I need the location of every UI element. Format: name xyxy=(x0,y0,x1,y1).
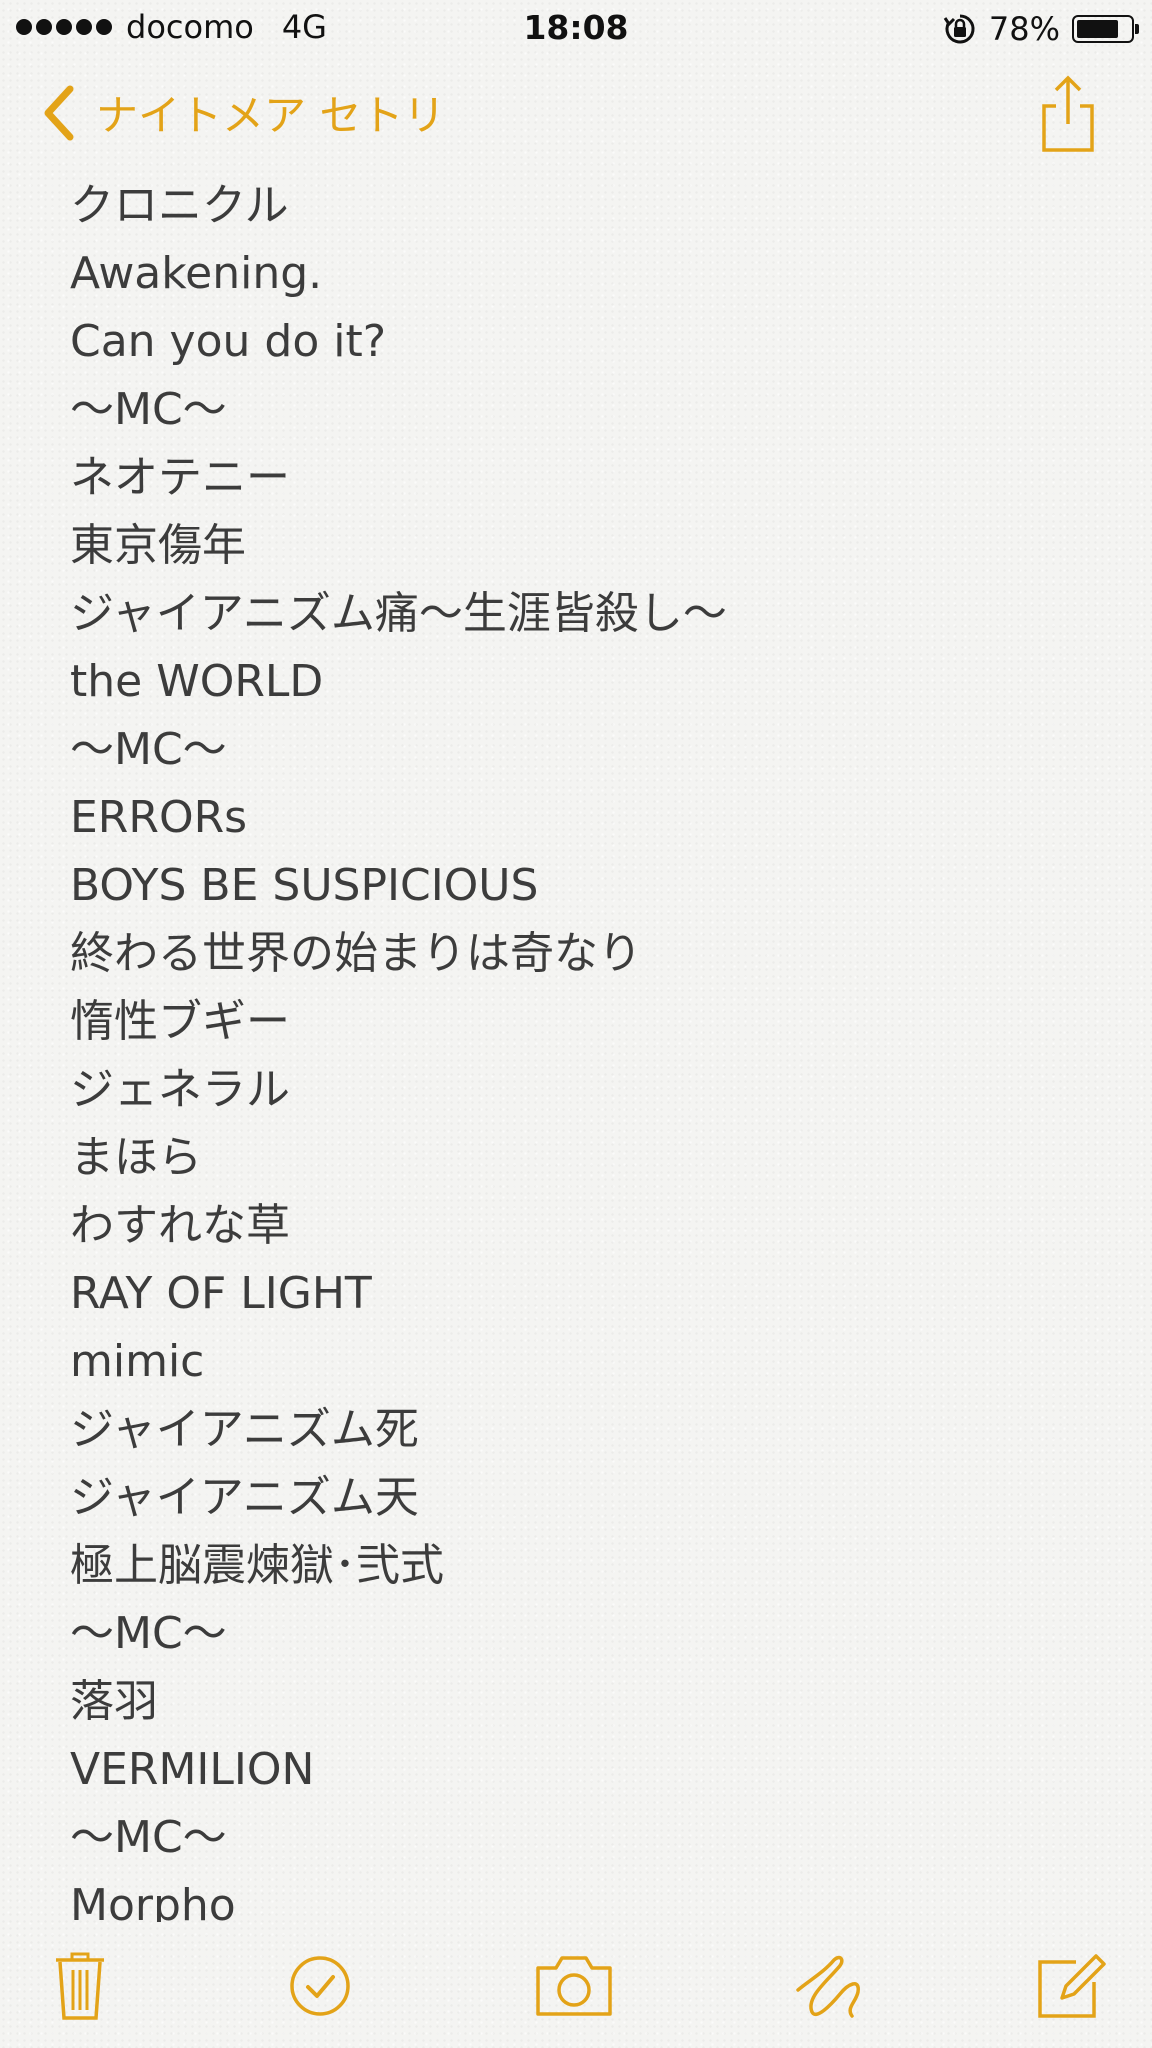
note-line: ～MC～ xyxy=(70,1812,227,1863)
battery-percent: 78% xyxy=(988,10,1060,48)
note-line: まほら xyxy=(70,1132,202,1183)
note-line: Can you do it? xyxy=(70,316,387,367)
status-bar: docomo 4G 18:08 78% xyxy=(0,0,1152,58)
back-button[interactable]: ナイトメア セトリ xyxy=(38,82,445,143)
checklist-icon xyxy=(290,1956,350,2016)
battery-icon xyxy=(1072,15,1139,43)
note-line: 惰性ブギー xyxy=(70,996,290,1047)
battery-fill xyxy=(1077,20,1118,38)
sketch-button[interactable] xyxy=(790,1950,870,2020)
note-line: ジャイアニズム天 xyxy=(70,1472,419,1523)
note-line: ～MC～ xyxy=(70,724,227,775)
note-line: 終わる世界の始まりは奇なり xyxy=(70,928,642,979)
note-line: mimic xyxy=(70,1336,205,1387)
share-button[interactable] xyxy=(1036,74,1100,154)
note-line: ジャイアニズム死 xyxy=(70,1404,419,1455)
share-icon xyxy=(1042,75,1094,152)
compose-icon xyxy=(1038,1954,1106,2018)
nav-bar: ナイトメア セトリ xyxy=(0,60,1152,170)
note-line: 落羽 xyxy=(70,1676,158,1727)
note-line: the WORLD xyxy=(70,656,324,707)
compose-button[interactable] xyxy=(1032,1950,1112,2020)
trash-icon xyxy=(56,1952,104,2020)
note-line: Awakening. xyxy=(70,248,323,299)
rotation-lock-icon xyxy=(943,14,975,44)
note-line: わすれな草 xyxy=(70,1200,290,1251)
camera-icon xyxy=(536,1956,612,2016)
note-body[interactable]: クロニクル Awakening. Can you do it? ～MC～ ネオテニー東京… xyxy=(70,172,1120,1922)
note-line: RAY OF LIGHT xyxy=(70,1268,372,1319)
note-line: ～MC～ xyxy=(70,384,227,435)
note-line: ～MC～ xyxy=(70,1608,227,1659)
note-line: ジャイアニズム痛～生涯皆殺し～ xyxy=(70,588,727,639)
note-line: ジェネラル xyxy=(70,1064,290,1115)
bottom-toolbar xyxy=(0,1940,1152,2030)
status-right: 78% xyxy=(943,10,1139,48)
back-button-label: ナイトメア セトリ xyxy=(96,91,446,140)
note-line: Morpho xyxy=(70,1880,236,1922)
note-line: ネオテニー xyxy=(70,452,290,503)
delete-button[interactable] xyxy=(40,1950,120,2020)
note-line: VERMILION xyxy=(70,1744,315,1795)
note-line: 東京傷年 xyxy=(70,520,246,571)
note-line: BOYS BE SUSPICIOUS xyxy=(70,860,539,911)
note-line: ERRORs xyxy=(70,792,248,843)
camera-button[interactable] xyxy=(532,1950,616,2020)
sketch-icon xyxy=(796,1955,860,2018)
chevron-left-icon xyxy=(44,85,74,140)
note-line: 極上脳震煉獄･弐式 xyxy=(70,1540,444,1591)
note-line: クロニクル xyxy=(70,180,289,231)
checklist-button[interactable] xyxy=(280,1950,360,2020)
